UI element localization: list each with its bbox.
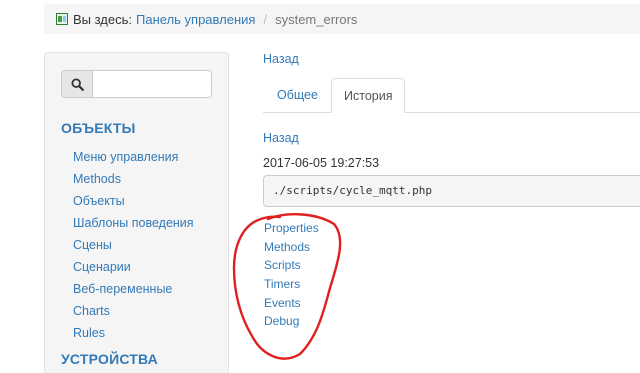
link-methods[interactable]: Methods	[264, 239, 319, 258]
sidebar-nav: Меню управления Methods Объекты Шаблоны …	[73, 147, 194, 345]
search-button[interactable]	[61, 70, 93, 98]
link-events[interactable]: Events	[264, 295, 319, 314]
sidebar-item-methods[interactable]: Methods	[73, 169, 194, 191]
search-icon	[70, 77, 84, 91]
sidebar-item-control-menu[interactable]: Меню управления	[73, 147, 194, 169]
section-title-objects[interactable]: ОБЪЕКТЫ	[61, 120, 135, 136]
sidebar-item-web-variables[interactable]: Веб-переменные	[73, 279, 194, 301]
tab-general[interactable]: Общее	[265, 78, 330, 112]
sidebar-search	[61, 70, 212, 98]
tab-bar: Общее История	[263, 78, 640, 113]
sidebar-item-objects[interactable]: Объекты	[73, 191, 194, 213]
breadcrumb-prefix: Вы здесь:	[73, 11, 133, 27]
breadcrumb-current: system_errors	[275, 11, 358, 27]
object-links: Properties Methods Scripts Timers Events…	[264, 220, 319, 332]
history-back-link[interactable]: Назад	[263, 131, 299, 145]
link-timers[interactable]: Timers	[264, 276, 319, 295]
sidebar: ОБЪЕКТЫ Меню управления Methods Объекты …	[44, 52, 229, 373]
breadcrumb-separator: /	[263, 11, 268, 27]
breadcrumb-home-link[interactable]: Панель управления	[136, 12, 255, 27]
link-debug[interactable]: Debug	[264, 313, 319, 332]
tab-history[interactable]: История	[331, 78, 406, 113]
link-properties[interactable]: Properties	[264, 220, 319, 239]
sidebar-item-scenarios[interactable]: Сценарии	[73, 257, 194, 279]
link-scripts[interactable]: Scripts	[264, 257, 319, 276]
breadcrumb: Вы здесь: Панель управления / system_err…	[44, 4, 640, 34]
sidebar-item-behavior-templates[interactable]: Шаблоны поведения	[73, 213, 194, 235]
control-panel-icon	[56, 13, 68, 25]
back-link[interactable]: Назад	[263, 52, 299, 66]
script-path-code: ./scripts/cycle_mqtt.php	[263, 175, 640, 207]
history-timestamp: 2017-06-05 19:27:53	[263, 156, 380, 170]
sidebar-item-scenes[interactable]: Сцены	[73, 235, 194, 257]
sidebar-item-rules[interactable]: Rules	[73, 323, 194, 345]
search-input[interactable]	[93, 70, 212, 98]
section-title-devices[interactable]: УСТРОЙСТВА	[61, 351, 158, 367]
sidebar-item-charts[interactable]: Charts	[73, 301, 194, 323]
